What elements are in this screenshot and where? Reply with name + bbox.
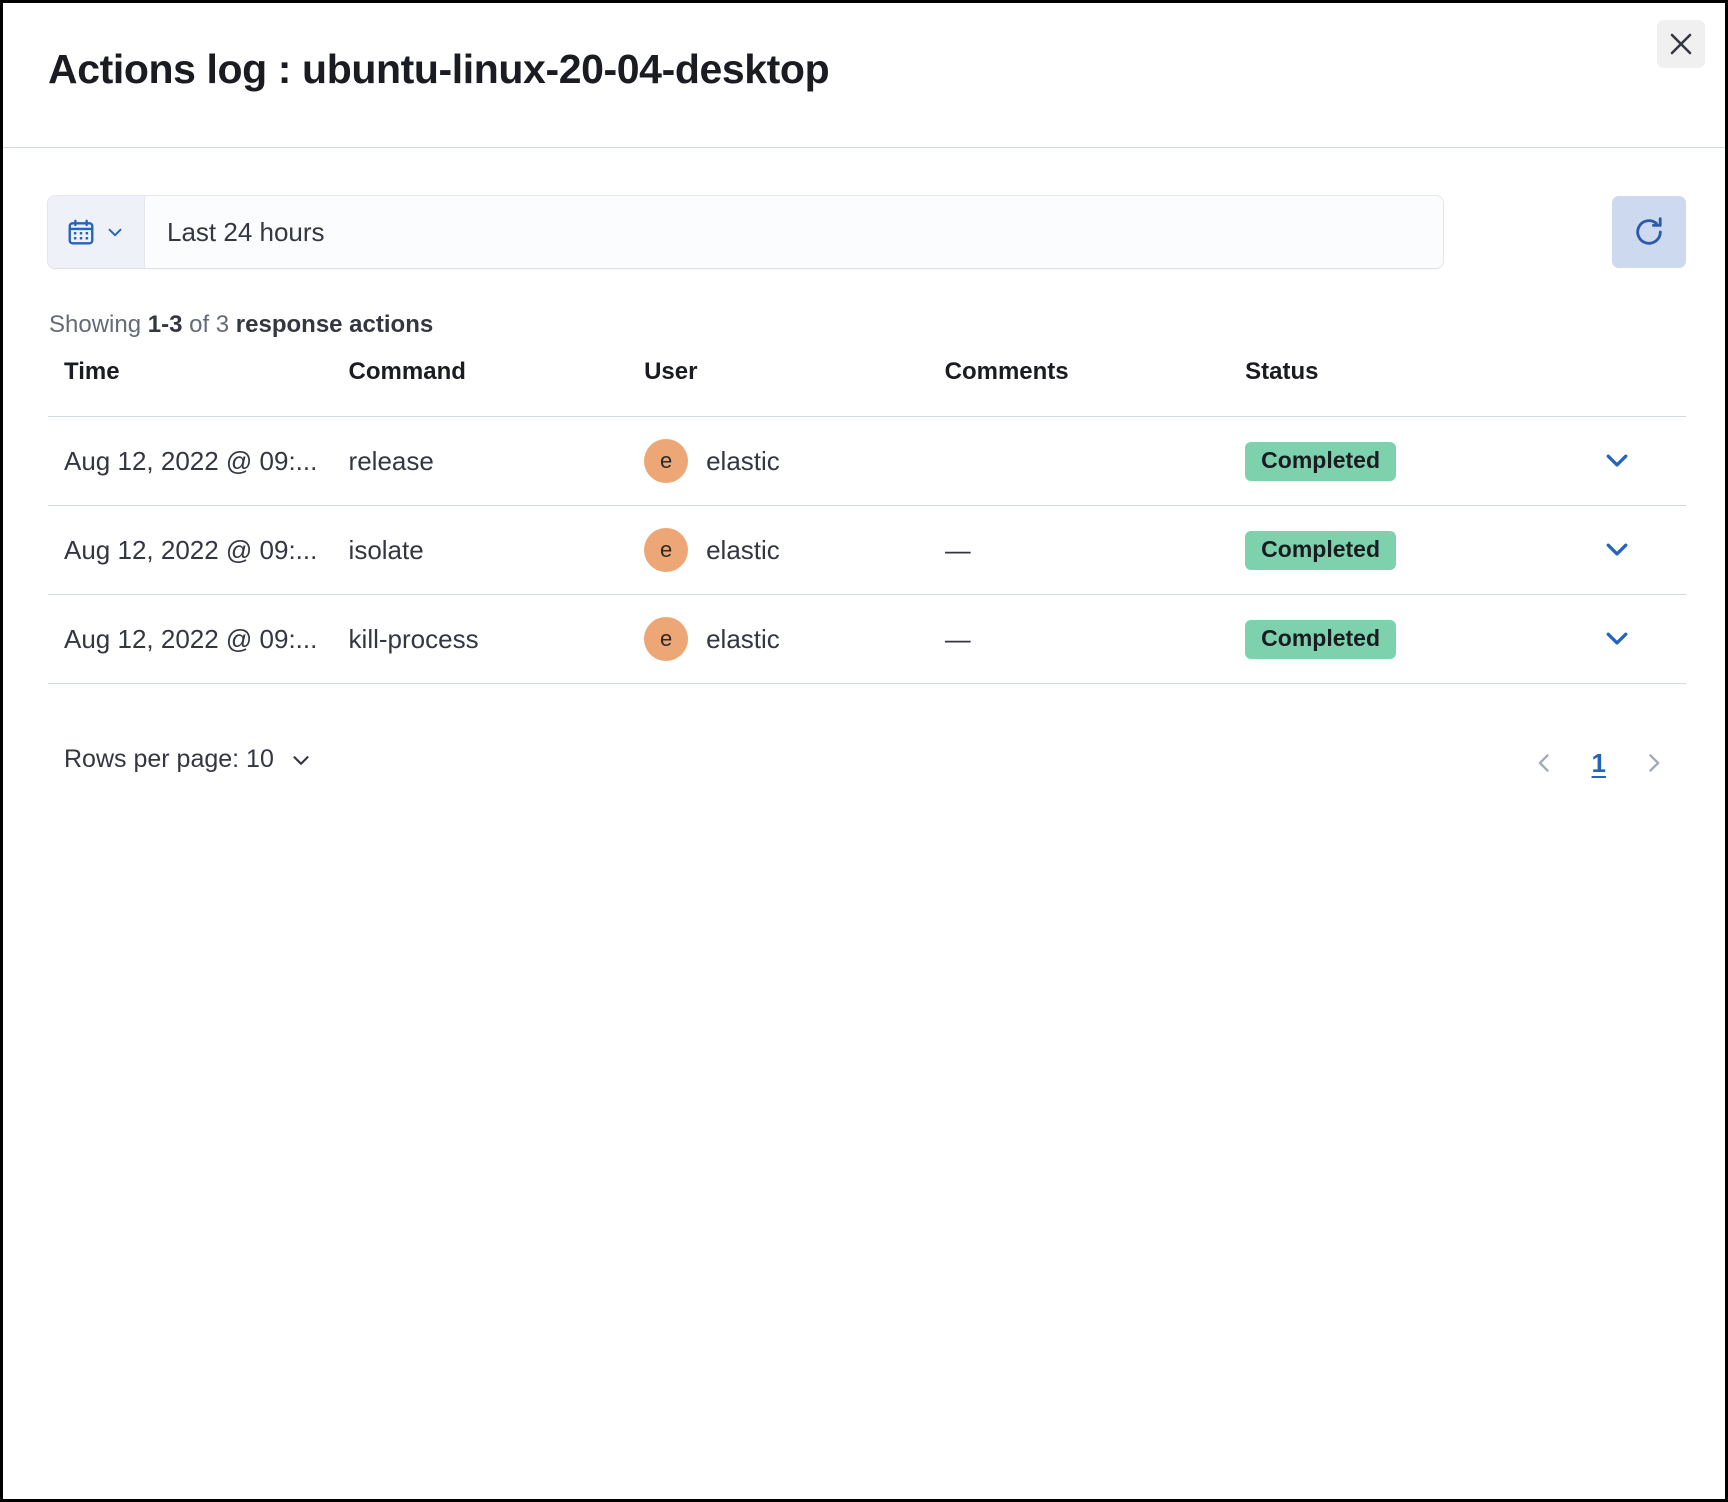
cell-command: isolate xyxy=(348,505,645,595)
close-icon xyxy=(1668,31,1694,57)
table-footer: Rows per page: 10 1 xyxy=(48,733,1686,803)
cell-comments: — xyxy=(944,505,1246,595)
results-summary: Showing 1-3 of 3 response actions xyxy=(49,311,433,339)
super-date-picker: Last 24 hours xyxy=(48,196,1443,268)
page-title: Actions log : ubuntu-linux-20-04-desktop xyxy=(48,46,830,92)
date-toolbar: Last 24 hours xyxy=(48,196,1686,268)
previous-page-button[interactable] xyxy=(1522,741,1566,785)
cell-status: Completed xyxy=(1245,505,1496,595)
pagination: 1 xyxy=(1522,741,1676,785)
column-header-command: Command xyxy=(348,358,645,417)
table-header-row: Time Command User Comments Status xyxy=(48,358,1686,417)
chevron-down-icon xyxy=(1600,443,1634,477)
cell-comments xyxy=(944,416,1246,506)
comments-value: — xyxy=(944,623,971,654)
user-name: elastic xyxy=(706,623,780,654)
chevron-right-icon xyxy=(1640,749,1668,777)
date-range-value[interactable]: Last 24 hours xyxy=(145,196,1443,268)
summary-entity: response actions xyxy=(235,311,434,338)
status-badge: Completed xyxy=(1245,619,1397,659)
status-badge: Completed xyxy=(1245,441,1397,481)
cell-command: kill-process xyxy=(348,594,645,684)
user-name: elastic xyxy=(706,534,780,565)
column-header-time: Time xyxy=(48,358,349,417)
summary-middle: of 3 xyxy=(182,311,236,338)
chevron-left-icon xyxy=(1530,749,1558,777)
close-button[interactable] xyxy=(1657,20,1705,68)
actions-table-wrapper: Time Command User Comments Status Aug 12… xyxy=(48,358,1686,684)
expand-row-button[interactable] xyxy=(1596,439,1638,481)
avatar: e xyxy=(644,617,689,661)
rows-per-page-label: Rows per page: 10 xyxy=(64,745,274,773)
cell-time: Aug 12, 2022 @ 09:... xyxy=(48,416,349,506)
cell-expand xyxy=(1495,594,1686,684)
column-header-user: User xyxy=(644,358,945,417)
summary-range: 1-3 xyxy=(147,311,183,338)
summary-prefix: Showing xyxy=(49,311,148,338)
actions-table: Time Command User Comments Status Aug 12… xyxy=(48,358,1686,684)
cell-expand xyxy=(1495,505,1686,595)
table-row[interactable]: Aug 12, 2022 @ 09:... kill-process e ela… xyxy=(48,594,1686,684)
avatar: e xyxy=(644,528,689,572)
chevron-down-icon xyxy=(104,221,126,243)
chevron-down-icon xyxy=(288,747,314,773)
cell-expand xyxy=(1495,416,1686,506)
cell-user: e elastic xyxy=(644,505,945,595)
cell-status: Completed xyxy=(1245,416,1496,506)
user-name: elastic xyxy=(706,445,780,476)
quick-select-button[interactable] xyxy=(48,196,145,268)
table-row[interactable]: Aug 12, 2022 @ 09:... isolate e elastic … xyxy=(48,505,1686,595)
next-page-button[interactable] xyxy=(1632,741,1676,785)
table-header: Time Command User Comments Status xyxy=(48,358,1686,417)
refresh-button[interactable] xyxy=(1612,196,1686,268)
refresh-icon xyxy=(1632,215,1666,249)
flyout-header: Actions log : ubuntu-linux-20-04-desktop xyxy=(3,3,1725,148)
actions-log-flyout: Actions log : ubuntu-linux-20-04-desktop xyxy=(0,0,1728,1502)
calendar-icon xyxy=(66,217,96,247)
comments-value: — xyxy=(944,534,971,565)
cell-user: e elastic xyxy=(644,416,945,506)
chevron-down-icon xyxy=(1600,621,1634,655)
table-body: Aug 12, 2022 @ 09:... release e elastic … xyxy=(48,416,1686,684)
status-badge: Completed xyxy=(1245,530,1397,570)
table-row[interactable]: Aug 12, 2022 @ 09:... release e elastic … xyxy=(48,416,1686,506)
cell-command: release xyxy=(348,416,645,506)
cell-user: e elastic xyxy=(644,594,945,684)
cell-time: Aug 12, 2022 @ 09:... xyxy=(48,505,349,595)
cell-comments: — xyxy=(944,594,1246,684)
column-header-status: Status xyxy=(1245,358,1496,417)
column-header-expand xyxy=(1495,358,1686,417)
chevron-down-icon xyxy=(1600,532,1634,566)
expand-row-button[interactable] xyxy=(1596,617,1638,659)
column-header-comments: Comments xyxy=(944,358,1246,417)
page-1-button[interactable]: 1 xyxy=(1580,744,1618,783)
cell-time: Aug 12, 2022 @ 09:... xyxy=(48,594,349,684)
avatar: e xyxy=(644,439,689,483)
cell-status: Completed xyxy=(1245,594,1496,684)
rows-per-page-selector[interactable]: Rows per page: 10 xyxy=(64,745,314,774)
expand-row-button[interactable] xyxy=(1596,528,1638,570)
